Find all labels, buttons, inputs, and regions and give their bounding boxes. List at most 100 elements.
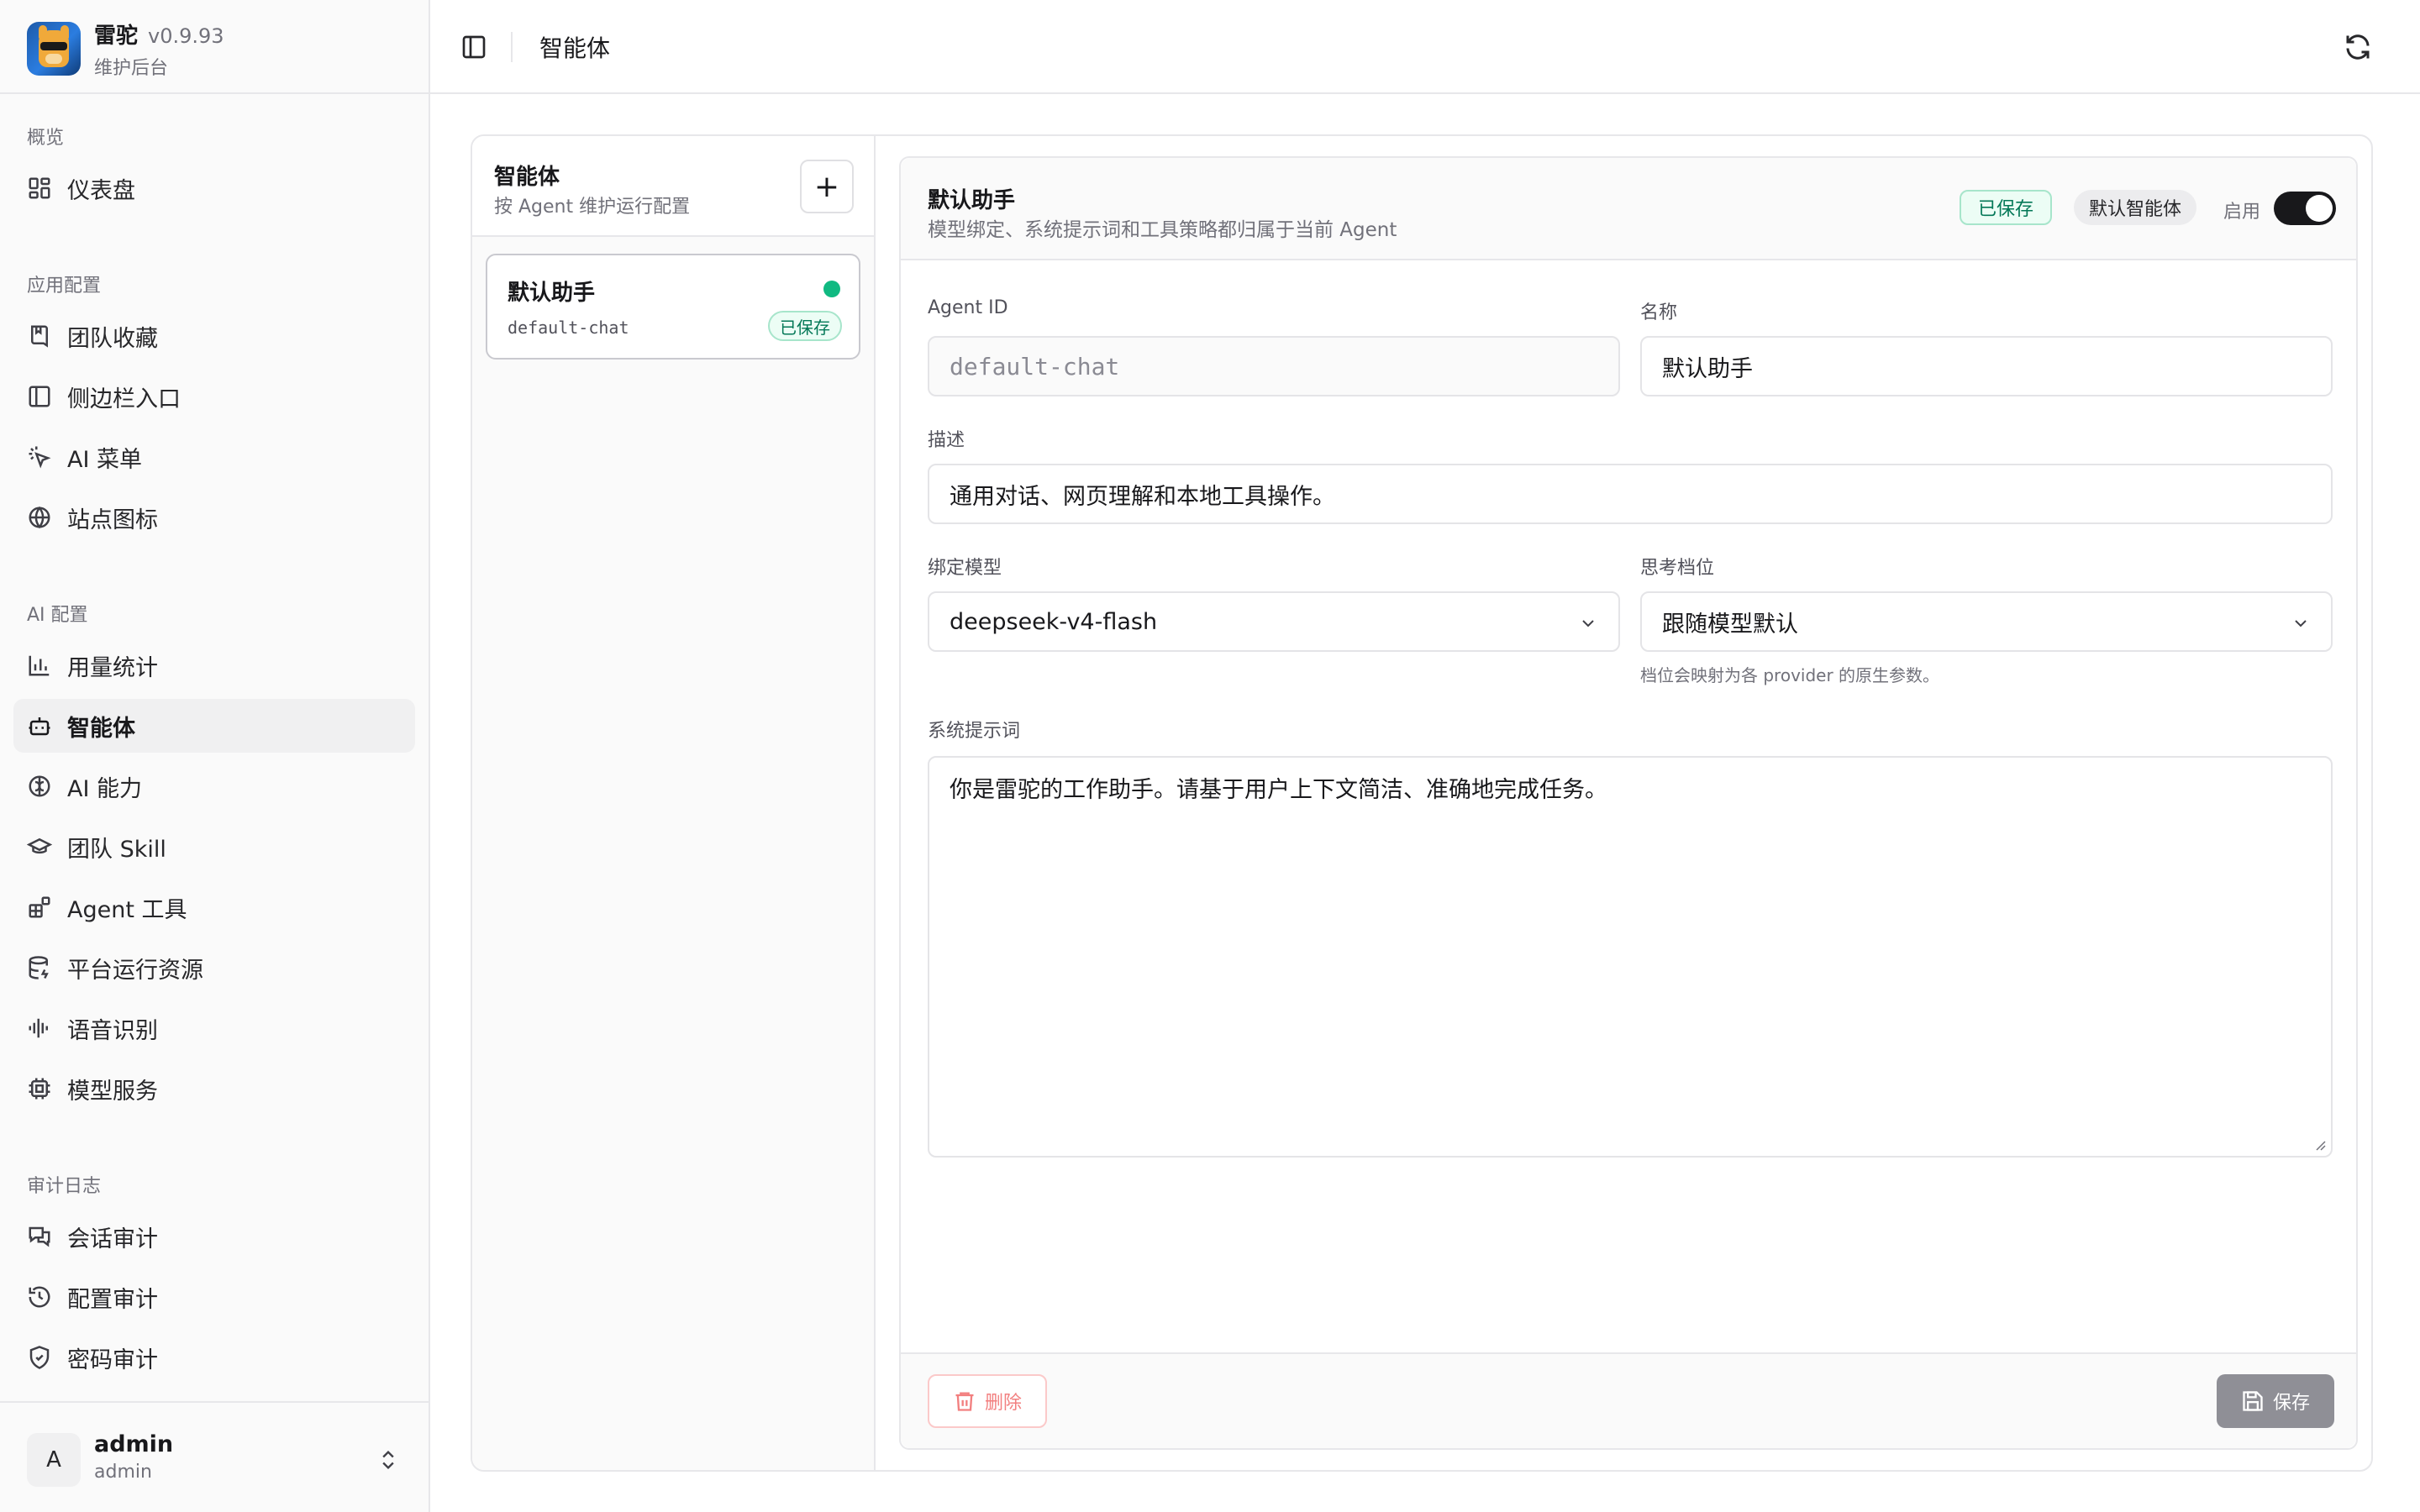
sidebar-item-config-audit[interactable]: 配置审计: [13, 1270, 415, 1324]
model-select[interactable]: deepseek-v4-flash: [928, 591, 1620, 652]
system-prompt-label: 系统提示词: [928, 721, 1021, 742]
nav-group-ai-config: AI 配置: [27, 605, 88, 626]
thinking-label: 思考档位: [1640, 558, 1715, 579]
delete-button[interactable]: 删除: [928, 1374, 1047, 1428]
sidebar-item-label: 密码审计: [67, 1347, 158, 1373]
sidebar-item-agent-tools[interactable]: Agent 工具: [13, 880, 415, 934]
agents-panel: 智能体 按 Agent 维护运行配置 + 默认助手 default-chat 已…: [471, 134, 2373, 1472]
topbar-separator: [511, 32, 513, 62]
sidebar-item-model-services[interactable]: 模型服务: [13, 1062, 415, 1116]
cpu-icon: [27, 1076, 52, 1101]
sidebar-divider: [0, 92, 429, 94]
sidebar-item-label: 站点图标: [67, 507, 158, 533]
sidebar-item-label: 团队 Skill: [67, 836, 166, 863]
agent-detail-header: 默认助手 模型绑定、系统提示词和工具策略都归属于当前 Agent 已保存 默认智…: [901, 158, 2356, 260]
system-prompt-text: 你是雷驼的工作助手。请基于用户上下文简洁、准确地完成任务。: [950, 777, 1607, 803]
topbar: 智能体: [430, 0, 2420, 94]
sidebar-item-ai-menu[interactable]: AI 菜单: [13, 430, 415, 484]
system-prompt-textarea[interactable]: 你是雷驼的工作助手。请基于用户上下文简洁、准确地完成任务。: [928, 756, 2333, 1158]
refresh-icon[interactable]: [2343, 32, 2373, 62]
shield-icon: [27, 1345, 52, 1370]
description-field[interactable]: 通用对话、网页理解和本地工具操作。: [928, 464, 2333, 524]
sidebar: 雷驼 v0.9.93 维护后台 概览 仪表盘 应用配置 团队收藏 侧边栏入口 A…: [0, 0, 430, 1512]
status-badge: 已保存: [768, 311, 842, 341]
user-name: admin: [94, 1431, 174, 1457]
agent-detail-footer: 删除 保存: [901, 1352, 2356, 1448]
sidebar-item-site-icons[interactable]: 站点图标: [13, 491, 415, 544]
sidebar-item-label: 配置审计: [67, 1286, 158, 1313]
user-role: admin: [94, 1462, 152, 1483]
sidebar-item-team-skill[interactable]: 团队 Skill: [13, 820, 415, 874]
saved-badge: 已保存: [1960, 190, 2053, 225]
chevrons-up-down-icon: [382, 1451, 394, 1469]
sidebar-item-label: 智能体: [67, 715, 135, 742]
bot-icon: [27, 713, 52, 738]
dashboard-icon: [27, 176, 52, 201]
sidebar-item-usage-stats[interactable]: 用量统计: [13, 638, 415, 692]
sidebar-item-session-audit[interactable]: 会话审计: [13, 1210, 415, 1263]
app-subtitle: 维护后台: [94, 57, 169, 79]
breadcrumb: 智能体: [539, 34, 611, 62]
sidebar-item-team-favorites[interactable]: 团队收藏: [13, 309, 415, 363]
main-content: 智能体 按 Agent 维护运行配置 + 默认助手 default-chat 已…: [430, 94, 2420, 1512]
nav-group-app-config: 应用配置: [27, 276, 102, 297]
sidebar-item-label: 仪表盘: [67, 177, 135, 204]
bookmark-icon: [27, 323, 52, 349]
sidebar-panel-icon: [27, 384, 52, 409]
status-dot: [823, 281, 840, 297]
sidebar-item-label: AI 菜单: [67, 446, 143, 473]
pointer-sparkle-icon: [27, 444, 52, 470]
sidebar-item-password-audit[interactable]: 密码审计: [13, 1331, 415, 1384]
sidebar-toggle-icon[interactable]: [460, 34, 487, 60]
agent-list-title: 智能体: [494, 165, 560, 190]
enable-label: 启用: [2223, 202, 2261, 223]
sidebar-item-agents[interactable]: 智能体: [13, 699, 415, 753]
database-icon: [27, 955, 52, 980]
llama-logo-icon: [27, 22, 81, 76]
model-label: 绑定模型: [928, 558, 1002, 579]
sidebar-item-label: 语音识别: [67, 1017, 158, 1044]
sidebar-item-sidebar-entries[interactable]: 侧边栏入口: [13, 370, 415, 423]
sidebar-item-label: 侧边栏入口: [67, 386, 181, 412]
save-icon: [2243, 1391, 2263, 1411]
trash-icon: [955, 1392, 974, 1411]
sidebar-item-dashboard[interactable]: 仪表盘: [13, 161, 415, 215]
name-label: 名称: [1640, 302, 1678, 323]
enable-toggle[interactable]: [2274, 192, 2336, 225]
blocks-icon: [27, 895, 52, 920]
sidebar-item-ai-capabilities[interactable]: AI 能力: [13, 759, 415, 813]
sidebar-item-speech-recognition[interactable]: 语音识别: [13, 1001, 415, 1055]
thinking-select[interactable]: 跟随模型默认: [1640, 591, 2333, 652]
agent-id-label: Agent ID: [928, 297, 1008, 318]
agent-detail-title: 默认助手: [928, 188, 1016, 213]
save-button[interactable]: 保存: [2217, 1374, 2334, 1428]
agent-list-pane: 智能体 按 Agent 维护运行配置 + 默认助手 default-chat 已…: [472, 136, 876, 1470]
sidebar-item-platform-resources[interactable]: 平台运行资源: [13, 941, 415, 995]
name-field[interactable]: 默认助手: [1640, 336, 2333, 396]
avatar: A: [27, 1433, 81, 1487]
chevron-down-icon: [1582, 620, 1594, 627]
sidebar-item-label: AI 能力: [67, 775, 143, 802]
chevron-down-icon: [2295, 620, 2307, 627]
agent-detail: 默认助手 模型绑定、系统提示词和工具策略都归属于当前 Agent 已保存 默认智…: [899, 156, 2358, 1450]
agent-list-header: 智能体 按 Agent 维护运行配置 +: [472, 136, 874, 237]
history-icon: [27, 1284, 52, 1310]
sidebar-item-label: 平台运行资源: [67, 957, 203, 984]
sidebar-item-label: 模型服务: [67, 1078, 158, 1105]
agent-list-item[interactable]: 默认助手 default-chat 已保存: [486, 254, 860, 360]
agent-item-name: 默认助手: [508, 281, 596, 306]
user-menu[interactable]: A admin admin: [0, 1401, 429, 1512]
thinking-hint: 档位会映射为各 provider 的原生参数。: [1640, 665, 1940, 685]
sidebar-item-label: 用量统计: [67, 654, 158, 681]
agent-list-subtitle: 按 Agent 维护运行配置: [494, 197, 691, 218]
delete-button-label: 删除: [984, 1393, 1022, 1414]
app-version: v0.9.93: [148, 24, 224, 48]
globe-icon: [27, 505, 52, 530]
agent-id-field[interactable]: default-chat: [928, 336, 1620, 396]
brand[interactable]: 雷驼 v0.9.93 维护后台: [27, 20, 413, 79]
save-button-label: 保存: [2272, 1393, 2310, 1414]
resize-handle-icon[interactable]: [2314, 1139, 2326, 1151]
app-name: 雷驼: [94, 23, 139, 49]
sidebar-item-label: 团队收藏: [67, 325, 158, 352]
add-agent-button[interactable]: +: [800, 160, 854, 213]
